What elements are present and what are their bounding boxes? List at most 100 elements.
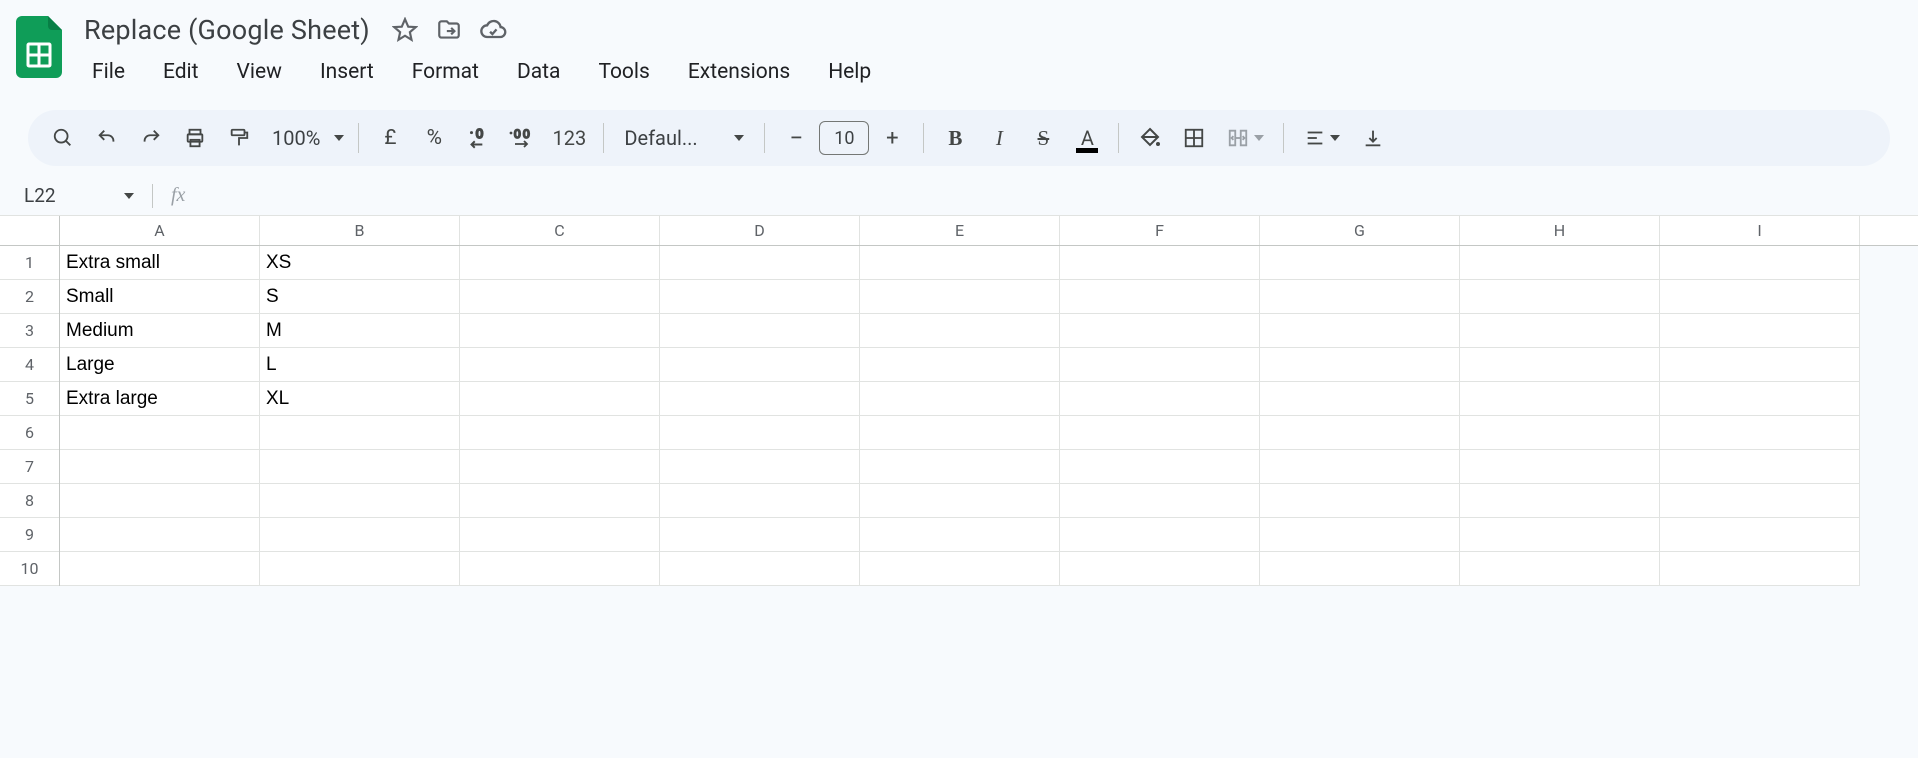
cell[interactable] — [660, 246, 860, 280]
row-header[interactable]: 8 — [0, 484, 59, 518]
redo-icon[interactable] — [130, 117, 172, 159]
cell[interactable] — [860, 484, 1060, 518]
cell[interactable] — [1460, 348, 1660, 382]
bold-button[interactable]: B — [934, 117, 976, 159]
document-title[interactable]: Replace (Google Sheet) — [78, 12, 376, 48]
row-header[interactable]: 6 — [0, 416, 59, 450]
cell[interactable] — [1260, 314, 1460, 348]
cell[interactable] — [860, 450, 1060, 484]
cell[interactable] — [1660, 552, 1860, 586]
decrease-decimal-button[interactable]: 0 — [457, 117, 499, 159]
row-header[interactable]: 7 — [0, 450, 59, 484]
cell[interactable] — [1060, 280, 1260, 314]
cell[interactable] — [1460, 450, 1660, 484]
cell[interactable] — [660, 450, 860, 484]
cell[interactable] — [1660, 382, 1860, 416]
cell[interactable] — [1460, 382, 1660, 416]
select-all-corner[interactable] — [0, 216, 60, 245]
cell[interactable] — [260, 484, 460, 518]
zoom-select[interactable]: 100% — [262, 126, 348, 150]
column-header[interactable]: D — [660, 216, 860, 245]
row-header[interactable]: 4 — [0, 348, 59, 382]
cloud-status-icon[interactable] — [478, 15, 508, 45]
merge-cells-button[interactable] — [1217, 117, 1273, 159]
cell[interactable] — [1060, 484, 1260, 518]
cell[interactable] — [1460, 246, 1660, 280]
cell[interactable]: XS — [260, 246, 460, 280]
font-family-select[interactable]: Defaul... — [614, 126, 754, 150]
column-header[interactable]: E — [860, 216, 1060, 245]
cell[interactable] — [860, 280, 1060, 314]
cell[interactable]: L — [260, 348, 460, 382]
cell[interactable] — [1260, 348, 1460, 382]
cell[interactable] — [1660, 314, 1860, 348]
text-color-button[interactable]: A — [1066, 117, 1108, 159]
cell[interactable] — [1260, 518, 1460, 552]
cell[interactable] — [1260, 450, 1460, 484]
cell[interactable] — [1260, 280, 1460, 314]
cell[interactable] — [460, 552, 660, 586]
decrease-font-size-button[interactable]: − — [775, 117, 817, 159]
cell[interactable] — [460, 314, 660, 348]
cell[interactable] — [1260, 484, 1460, 518]
cell[interactable] — [1660, 484, 1860, 518]
cell[interactable] — [1660, 280, 1860, 314]
cell[interactable] — [1060, 552, 1260, 586]
cell[interactable] — [660, 382, 860, 416]
cell[interactable]: M — [260, 314, 460, 348]
cell[interactable] — [860, 416, 1060, 450]
cell[interactable] — [1460, 484, 1660, 518]
move-folder-icon[interactable] — [434, 15, 464, 45]
cell[interactable] — [1660, 450, 1860, 484]
strikethrough-button[interactable]: S — [1022, 117, 1064, 159]
column-header[interactable]: A — [60, 216, 260, 245]
cell[interactable] — [260, 450, 460, 484]
cell[interactable] — [260, 416, 460, 450]
row-header[interactable]: 2 — [0, 280, 59, 314]
cell[interactable] — [860, 552, 1060, 586]
name-box[interactable]: L22 — [14, 184, 142, 207]
cell[interactable] — [460, 484, 660, 518]
cell[interactable] — [1660, 348, 1860, 382]
row-header[interactable]: 1 — [0, 246, 59, 280]
cell[interactable] — [60, 416, 260, 450]
cell[interactable] — [660, 552, 860, 586]
formula-input[interactable] — [193, 176, 1918, 215]
menu-format[interactable]: Format — [404, 54, 487, 90]
cell[interactable] — [460, 348, 660, 382]
cell[interactable] — [460, 382, 660, 416]
cell[interactable] — [860, 348, 1060, 382]
cell[interactable]: Large — [60, 348, 260, 382]
print-icon[interactable] — [174, 117, 216, 159]
cell[interactable] — [60, 450, 260, 484]
cell[interactable] — [1260, 382, 1460, 416]
cell[interactable] — [260, 518, 460, 552]
cell[interactable] — [60, 518, 260, 552]
borders-button[interactable] — [1173, 117, 1215, 159]
cell[interactable] — [1460, 552, 1660, 586]
cell[interactable] — [1060, 518, 1260, 552]
cell[interactable] — [1060, 314, 1260, 348]
column-header[interactable]: H — [1460, 216, 1660, 245]
column-header[interactable]: B — [260, 216, 460, 245]
cell[interactable] — [60, 484, 260, 518]
cell[interactable] — [1060, 246, 1260, 280]
cell[interactable] — [1060, 416, 1260, 450]
cell[interactable] — [60, 552, 260, 586]
cell[interactable]: Extra small — [60, 246, 260, 280]
undo-icon[interactable] — [86, 117, 128, 159]
row-header[interactable]: 10 — [0, 552, 59, 586]
cell[interactable] — [1660, 416, 1860, 450]
column-header[interactable]: F — [1060, 216, 1260, 245]
font-size-input[interactable]: 10 — [819, 121, 869, 155]
cell[interactable] — [860, 314, 1060, 348]
cell[interactable] — [1660, 246, 1860, 280]
cell[interactable] — [460, 450, 660, 484]
cell[interactable]: Small — [60, 280, 260, 314]
cell[interactable] — [1460, 280, 1660, 314]
cell[interactable] — [460, 416, 660, 450]
cell[interactable] — [1460, 416, 1660, 450]
cell[interactable]: S — [260, 280, 460, 314]
cell[interactable]: XL — [260, 382, 460, 416]
star-icon[interactable] — [390, 15, 420, 45]
